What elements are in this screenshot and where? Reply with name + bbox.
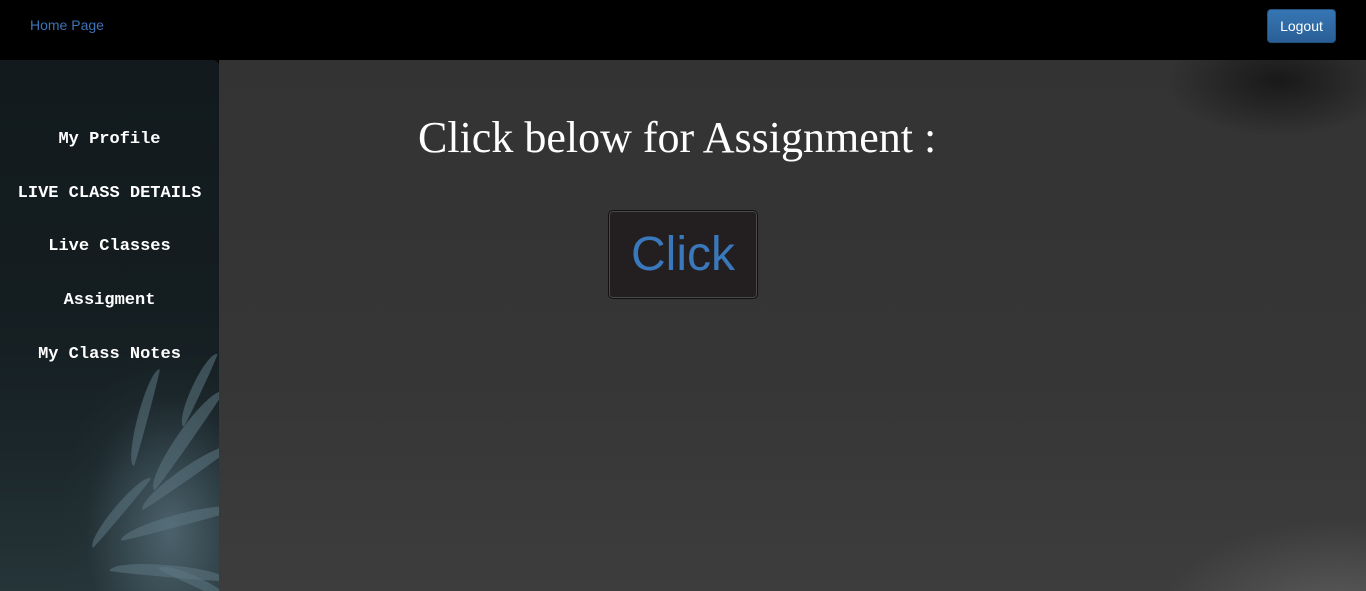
main-content: Click below for Assignment : Click	[219, 60, 1366, 591]
sidebar-item-live-class-details[interactable]: LIVE CLASS DETAILS	[0, 184, 219, 203]
sidebar-item-live-classes[interactable]: Live Classes	[0, 237, 219, 256]
sidebar-item-my-class-notes[interactable]: My Class Notes	[0, 345, 219, 364]
sidebar-item-my-profile[interactable]: My Profile	[0, 130, 219, 149]
sidebar: My Profile LIVE CLASS DETAILS Live Class…	[0, 60, 219, 591]
home-page-link[interactable]: Home Page	[30, 17, 104, 33]
page-heading: Click below for Assignment :	[418, 113, 937, 162]
sidebar-item-assignment[interactable]: Assigment	[0, 291, 219, 310]
assignment-click-button[interactable]: Click	[608, 210, 758, 299]
top-navbar: Home Page Logout	[0, 0, 1366, 60]
logout-button[interactable]: Logout	[1267, 9, 1336, 43]
